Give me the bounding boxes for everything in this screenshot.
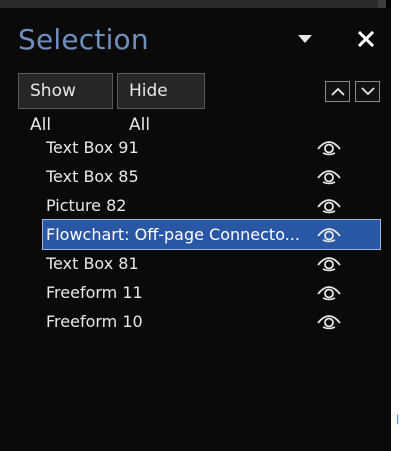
gutter-marker: | <box>396 414 400 425</box>
list-item[interactable]: Text Box 85 <box>43 162 380 191</box>
list-item-label: Text Box 81 <box>46 254 139 273</box>
list-item[interactable]: Text Box 81 <box>43 249 380 278</box>
list-item-label: Freeform 11 <box>46 283 143 302</box>
eye-icon[interactable] <box>316 282 342 302</box>
triangle-down-icon <box>298 34 312 43</box>
bring-forward-button[interactable] <box>325 81 350 102</box>
eye-icon[interactable] <box>316 166 342 186</box>
eye-icon[interactable] <box>316 195 342 215</box>
send-backward-button[interactable] <box>355 81 380 102</box>
chevron-down-icon <box>360 87 375 96</box>
list-item-label: Picture 82 <box>46 196 127 215</box>
hide-all-button[interactable]: Hide All <box>117 73 205 135</box>
list-item[interactable]: Text Box 91 <box>43 133 380 162</box>
list-item[interactable]: Flowchart: Off-page Connecto... <box>42 219 381 250</box>
right-gutter <box>391 0 402 451</box>
show-all-button[interactable]: Show All <box>18 73 113 135</box>
eye-icon[interactable] <box>316 311 342 331</box>
object-list: Text Box 91 Text Box 85 Picture 82 Flowchar… <box>42 133 381 336</box>
pane-title: Selection <box>18 23 149 56</box>
list-item[interactable]: Freeform 10 <box>43 307 380 336</box>
list-item-label: Flowchart: Off-page Connecto... <box>46 225 300 244</box>
top-strip <box>0 0 386 8</box>
chevron-up-icon <box>330 87 345 96</box>
close-icon <box>358 31 374 47</box>
close-pane-button[interactable] <box>353 26 379 52</box>
list-item-label: Text Box 85 <box>46 167 139 186</box>
list-item-label: Freeform 10 <box>46 312 143 331</box>
pane-options-button[interactable] <box>293 28 317 50</box>
top-strip-tail <box>378 0 386 8</box>
list-item[interactable]: Freeform 11 <box>43 278 380 307</box>
list-item[interactable]: Picture 82 <box>43 191 380 220</box>
eye-icon[interactable] <box>316 224 342 244</box>
eye-icon[interactable] <box>316 253 342 273</box>
list-item-label: Text Box 91 <box>46 138 139 157</box>
eye-icon[interactable] <box>316 137 342 157</box>
